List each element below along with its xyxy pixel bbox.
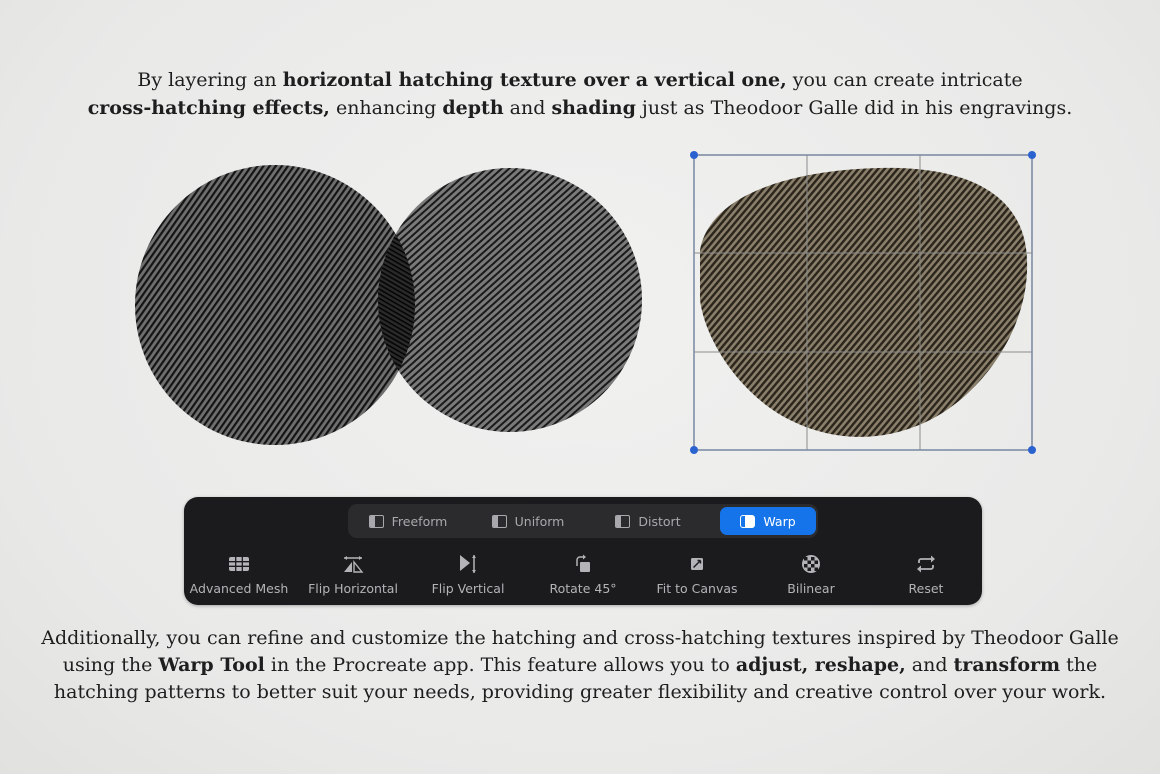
outro-line-2: using the Warp Tool in the Procreate app… xyxy=(0,652,1160,679)
tool-label: Rotate 45° xyxy=(549,581,617,596)
body-text: the xyxy=(1060,654,1098,676)
tab-freeform[interactable]: Freeform xyxy=(352,507,464,535)
reset-arrows-icon xyxy=(917,555,935,573)
reset-button[interactable]: Reset xyxy=(869,553,983,597)
tool-label: Bilinear xyxy=(787,581,835,596)
transform-mode-segmented-control: Freeform Uniform Distort Warp xyxy=(348,504,818,538)
tab-label: Freeform xyxy=(391,513,448,529)
outro-line-3: hatching patterns to better suit your ne… xyxy=(0,679,1160,706)
tab-label: Warp xyxy=(763,513,796,529)
tool-label: Flip Horizontal xyxy=(308,581,398,596)
emphasis-text: Warp Tool xyxy=(158,654,265,676)
fit-to-canvas-button[interactable]: Fit to Canvas xyxy=(640,553,754,597)
advanced-mesh-button[interactable]: Advanced Mesh xyxy=(182,553,296,597)
body-text: Additionally, you can refine and customi… xyxy=(41,627,1119,649)
emphasis-text: adjust, reshape, xyxy=(735,654,906,676)
tab-label: Uniform xyxy=(514,513,565,529)
tab-uniform[interactable]: Uniform xyxy=(472,507,584,535)
flip-vertical-button[interactable]: Flip Vertical xyxy=(411,553,525,597)
tab-label: Distort xyxy=(638,513,681,529)
outro-line-1: Additionally, you can refine and customi… xyxy=(0,625,1160,652)
warped-hatching-shape xyxy=(700,167,1028,437)
tool-label: Fit to Canvas xyxy=(656,581,738,596)
uniform-icon xyxy=(491,514,507,528)
flip-horizontal-button[interactable]: Flip Horizontal xyxy=(296,553,410,597)
rotate-45-button[interactable]: Rotate 45° xyxy=(526,553,640,597)
warp-handle-top-left[interactable] xyxy=(690,151,698,159)
warp-handle-top-right[interactable] xyxy=(1028,151,1036,159)
hatched-circle-right xyxy=(378,168,642,432)
emphasis-text: transform xyxy=(953,654,1061,676)
hatched-circle-left xyxy=(135,165,415,445)
grid-mesh-icon xyxy=(229,557,249,571)
body-text: hatching patterns to better suit your ne… xyxy=(53,681,1107,703)
distort-icon xyxy=(615,514,631,528)
tool-label: Advanced Mesh xyxy=(189,581,289,596)
bilinear-checker-icon xyxy=(802,555,820,573)
outro-paragraph: Additionally, you can refine and customi… xyxy=(0,625,1160,706)
tab-warp[interactable]: Warp xyxy=(720,507,816,535)
tab-distort[interactable]: Distort xyxy=(592,507,704,535)
body-text: using the xyxy=(62,654,159,676)
freeform-icon xyxy=(368,514,384,528)
rotate-icon xyxy=(576,554,590,572)
tool-label: Reset xyxy=(908,581,944,596)
warp-handle-bottom-right[interactable] xyxy=(1028,446,1036,454)
body-text: in the Procreate app. This feature allow… xyxy=(264,654,736,676)
tool-label: Flip Vertical xyxy=(431,581,505,596)
warp-handle-bottom-left[interactable] xyxy=(690,446,698,454)
warp-icon xyxy=(740,514,756,528)
bilinear-button[interactable]: Bilinear xyxy=(754,553,868,597)
flip-vertical-icon xyxy=(460,555,476,573)
transform-toolbar: Freeform Uniform Distort Warp Advanced M… xyxy=(184,497,982,605)
fit-to-canvas-icon xyxy=(691,558,703,570)
flip-horizontal-icon xyxy=(344,556,364,573)
body-text: and xyxy=(905,654,954,676)
